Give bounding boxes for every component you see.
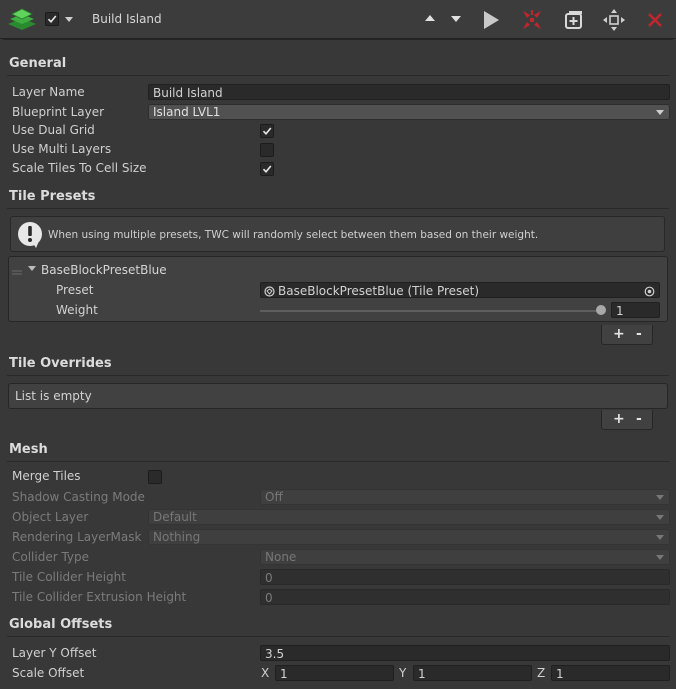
collider-type-value: None [265, 550, 297, 564]
collider-height-field[interactable]: 0 [260, 569, 670, 585]
object-layer-label: Object Layer [12, 510, 89, 524]
section-tile-presets-title: Tile Presets [9, 189, 96, 204]
layer-title: Build Island [92, 12, 162, 26]
add-preset-button[interactable]: + [613, 326, 625, 342]
scale-tiles-checkbox[interactable] [260, 162, 274, 176]
weight-slider-track[interactable] [260, 310, 600, 312]
section-general-title: General [9, 56, 67, 71]
section-divider [7, 461, 669, 462]
remove-preset-button[interactable]: - [636, 326, 642, 342]
layer-options-chevron-down-icon[interactable] [65, 17, 73, 22]
collider-height-label: Tile Collider Height [12, 570, 126, 584]
scale-offset-label: Scale Offset [12, 666, 85, 680]
object-layer-value: Default [153, 510, 197, 524]
rendering-mask-label: Rendering LayerMask [12, 530, 142, 544]
layer-y-offset-field[interactable]: 3.5 [260, 645, 670, 661]
section-mesh-title: Mesh [9, 442, 48, 457]
scale-x-label: X [261, 666, 270, 680]
layer-enabled-checkbox[interactable] [45, 12, 59, 26]
object-layer-dropdown[interactable]: Default [148, 509, 670, 525]
section-divider [7, 636, 669, 637]
layer-name-field[interactable]: Build Island [148, 84, 670, 100]
move-up-icon[interactable] [425, 15, 435, 21]
use-dual-grid-label: Use Dual Grid [12, 123, 95, 137]
use-multi-layers-checkbox[interactable] [260, 143, 274, 157]
foldout-chevron-down-icon[interactable] [28, 266, 36, 271]
chevron-down-icon [656, 495, 664, 500]
section-divider [7, 208, 669, 209]
scale-tiles-label: Scale Tiles To Cell Size [12, 161, 147, 175]
collider-type-dropdown[interactable]: None [260, 549, 670, 565]
add-override-button[interactable]: + [613, 411, 625, 427]
tile-overrides-footer: + - [601, 410, 653, 430]
scatter-icon[interactable] [521, 9, 543, 34]
collider-extrusion-field[interactable]: 0 [260, 589, 670, 605]
play-icon[interactable] [482, 10, 500, 33]
collider-type-label: Collider Type [12, 550, 90, 564]
rendering-mask-value: Nothing [153, 530, 201, 544]
shadow-casting-dropdown[interactable]: Off [260, 489, 670, 505]
section-divider [7, 75, 669, 76]
scale-z-field[interactable]: 1 [551, 665, 670, 681]
preset-item-name[interactable]: BaseBlockPresetBlue [41, 263, 167, 277]
preset-label: Preset [56, 283, 94, 297]
layer-stack-icon [6, 8, 38, 32]
tile-presets-footer: + - [601, 325, 653, 345]
help-text: When using multiple presets, TWC will ra… [48, 229, 539, 241]
blueprint-layer-value: Island LVL1 [153, 105, 221, 119]
header-divider [3, 39, 673, 40]
weight-field[interactable]: 1 [611, 302, 660, 318]
close-icon[interactable] [647, 12, 663, 31]
scale-z-label: Z [537, 666, 546, 680]
use-multi-layers-label: Use Multi Layers [12, 142, 112, 156]
rendering-mask-dropdown[interactable]: Nothing [148, 529, 670, 545]
drag-handle-icon[interactable] [12, 264, 22, 278]
chevron-down-icon [656, 555, 664, 560]
merge-tiles-checkbox[interactable] [148, 470, 162, 484]
shadow-casting-label: Shadow Casting Mode [12, 490, 145, 504]
tile-presets-list: BaseBlockPresetBlue Preset BaseBlockPres… [8, 256, 668, 322]
move-down-icon[interactable] [451, 16, 461, 22]
chevron-down-icon [656, 535, 664, 540]
scale-x-field[interactable]: 1 [275, 665, 394, 681]
weight-slider-thumb[interactable] [596, 305, 606, 315]
add-layer-icon[interactable] [564, 10, 584, 33]
layer-name-label: Layer Name [12, 85, 85, 99]
merge-tiles-label: Merge Tiles [12, 469, 81, 483]
blueprint-layer-label: Blueprint Layer [12, 105, 105, 119]
tile-preset-icon [264, 285, 275, 301]
object-picker-icon[interactable] [644, 285, 655, 301]
blueprint-layer-dropdown[interactable]: Island LVL1 [148, 104, 670, 120]
warning-icon [17, 221, 43, 252]
collider-extrusion-label: Tile Collider Extrusion Height [12, 590, 187, 604]
section-divider [7, 375, 669, 376]
chevron-down-icon [656, 110, 664, 115]
preset-object-field[interactable]: BaseBlockPresetBlue (Tile Preset) [260, 282, 660, 298]
section-global-offsets-title: Global Offsets [9, 617, 113, 632]
weight-label: Weight [56, 303, 98, 317]
section-tile-overrides-title: Tile Overrides [9, 356, 112, 371]
remove-override-button[interactable]: - [636, 411, 642, 427]
list-empty-text: List is empty [15, 389, 92, 403]
chevron-down-icon [656, 515, 664, 520]
scale-y-field[interactable]: 1 [413, 665, 532, 681]
move-icon[interactable] [602, 8, 626, 35]
help-box: When using multiple presets, TWC will ra… [10, 216, 665, 252]
layer-y-offset-label: Layer Y Offset [12, 646, 97, 660]
use-dual-grid-checkbox[interactable] [260, 124, 274, 138]
shadow-casting-value: Off [265, 490, 283, 504]
preset-value: BaseBlockPresetBlue (Tile Preset) [278, 284, 480, 298]
scale-y-label: Y [399, 666, 407, 680]
tile-overrides-list: List is empty [8, 383, 668, 409]
